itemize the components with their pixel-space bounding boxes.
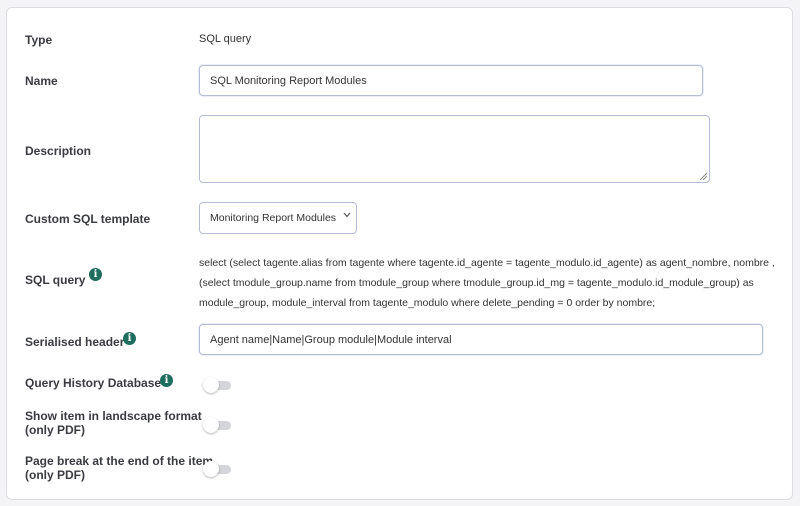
serialised-header-input[interactable]: Agent name|Name|Group module|Module inte…	[199, 324, 763, 355]
page-break-label: Page break at the end of the item (only …	[25, 454, 213, 482]
chevron-down-icon	[343, 212, 351, 218]
report-item-form: Type SQL query Name SQL Monitoring Repor…	[6, 7, 793, 500]
toggle-knob	[203, 461, 219, 477]
query-history-db-toggle[interactable]	[203, 377, 232, 393]
sql-query-label: SQL query	[25, 273, 86, 287]
landscape-label-line2: (only PDF)	[25, 423, 85, 437]
custom-sql-template-select[interactable]: Monitoring Report Modules	[199, 202, 357, 234]
toggle-knob	[203, 377, 219, 393]
page-break-label-line2: (only PDF)	[25, 468, 85, 482]
landscape-label-line1: Show item in landscape format	[25, 409, 202, 423]
landscape-label: Show item in landscape format (only PDF)	[25, 409, 202, 437]
serialised-header-label: Serialised header	[25, 335, 125, 349]
name-label: Name	[25, 74, 58, 88]
custom-sql-template-label: Custom SQL template	[25, 212, 151, 226]
info-icon[interactable]: i	[123, 332, 136, 345]
name-input-value: SQL Monitoring Report Modules	[210, 74, 367, 87]
page-break-toggle[interactable]	[203, 461, 232, 477]
custom-sql-template-selected: Monitoring Report Modules	[210, 212, 337, 224]
type-label: Type	[25, 33, 53, 47]
page-break-label-line1: Page break at the end of the item	[25, 454, 214, 468]
type-value: SQL query	[199, 33, 252, 45]
landscape-toggle[interactable]	[203, 417, 232, 433]
description-label: Description	[25, 144, 92, 158]
description-textarea[interactable]	[199, 115, 710, 183]
sql-query-text: select (select tagente.alias from tagent…	[199, 257, 775, 309]
query-history-db-label: Query History Database	[25, 376, 162, 390]
info-icon[interactable]: i	[89, 268, 102, 281]
serialised-header-value: Agent name|Name|Group module|Module inte…	[210, 333, 452, 346]
info-icon[interactable]: i	[160, 374, 173, 387]
toggle-knob	[203, 417, 219, 433]
name-input[interactable]: SQL Monitoring Report Modules	[199, 65, 703, 96]
resize-handle-icon[interactable]	[699, 172, 707, 180]
